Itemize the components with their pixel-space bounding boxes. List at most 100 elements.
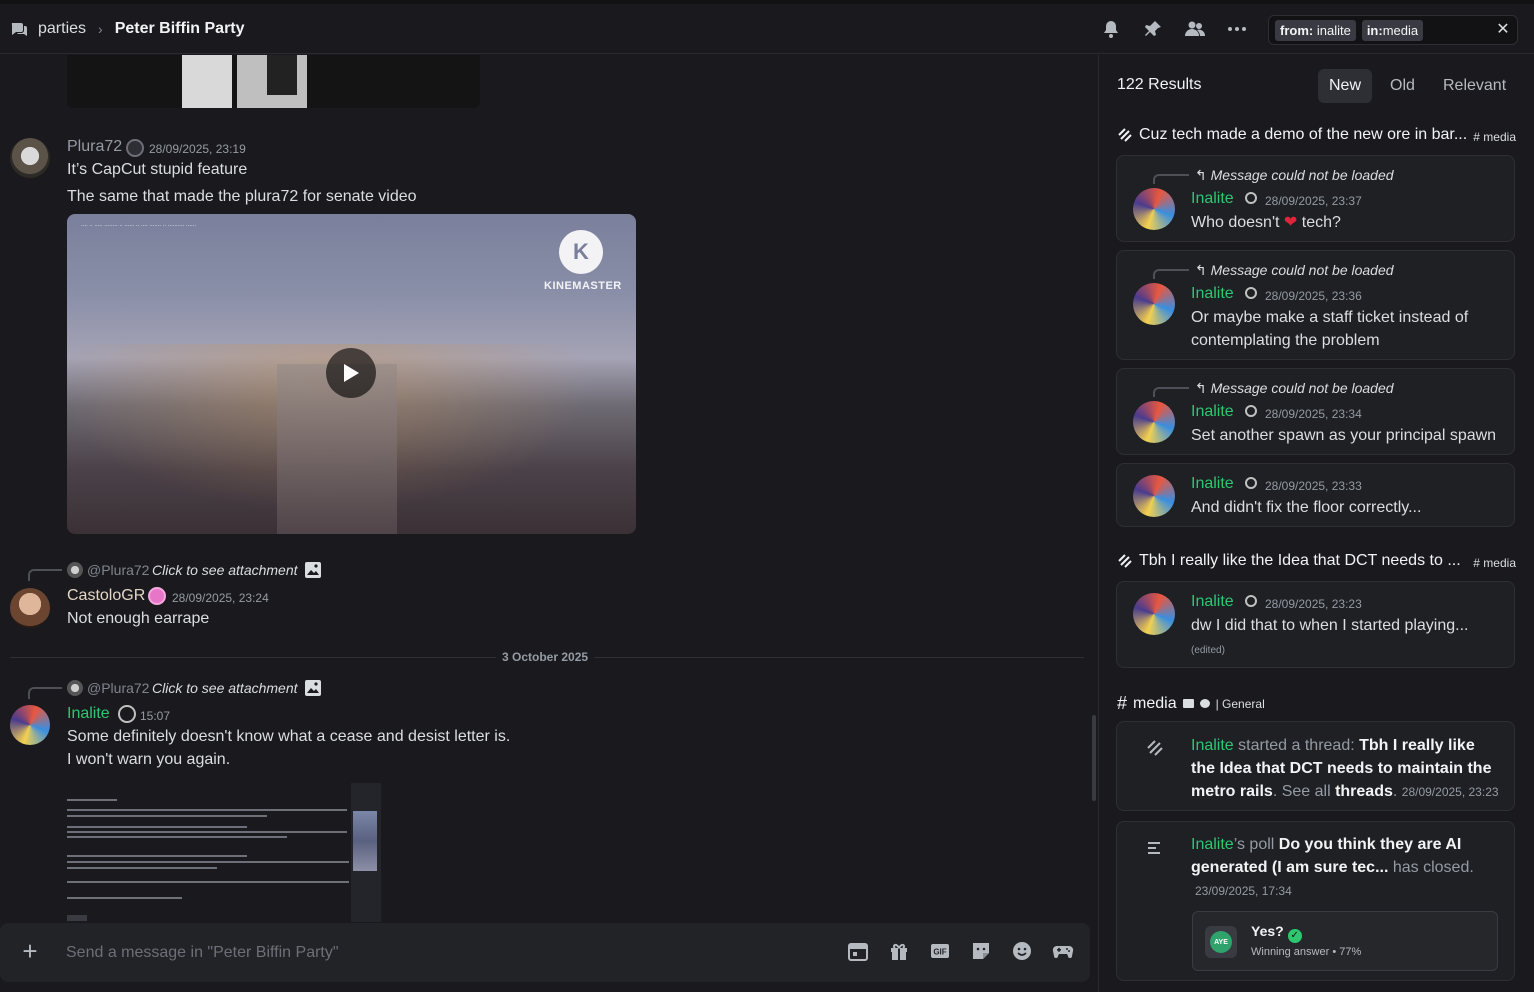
reply-spine: [28, 687, 62, 699]
result-group-header[interactable]: # media | General: [1117, 693, 1265, 714]
channel-tag[interactable]: # media: [1473, 556, 1516, 570]
result-timestamp: 28/09/2025, 23:23: [1265, 597, 1362, 611]
result-timestamp: 23/09/2025, 17:34: [1195, 884, 1292, 898]
thread-icon: [1145, 738, 1165, 758]
results-count: 122 Results: [1117, 76, 1202, 93]
header-toolbar: [1100, 4, 1248, 54]
reply-preview[interactable]: Click to see attachment: [152, 562, 298, 578]
avatar[interactable]: [10, 138, 50, 178]
result-author[interactable]: Inalite: [1191, 190, 1234, 208]
search-result-card[interactable]: Inalite’s poll Do you think they are AI …: [1116, 821, 1515, 981]
result-text: Set another spawn as your principal spaw…: [1191, 427, 1497, 444]
chat-scrollbar[interactable]: [1092, 715, 1096, 801]
search-result-card[interactable]: Inalite 28/09/2025, 23:33 And didn't fix…: [1116, 463, 1515, 527]
channel-header: parties › Peter Biffin Party from: inali…: [0, 4, 1534, 54]
result-text: Who doesn't ❤ tech?: [1191, 214, 1341, 231]
avatar[interactable]: [10, 705, 50, 745]
result-group-header[interactable]: Cuz tech made a demo of the new ore in b…: [1117, 126, 1467, 144]
reply-avatar: [67, 562, 83, 578]
sort-tab-old[interactable]: Old: [1379, 69, 1426, 103]
close-icon[interactable]: ✕: [1495, 22, 1511, 38]
role-badge-icon: [148, 587, 166, 605]
chat-bubble-icon: [1199, 699, 1210, 708]
message-text: Some definitely doesn't know what a ceas…: [67, 728, 511, 745]
channel-hash: #: [1117, 693, 1128, 713]
channel-tag[interactable]: # media: [1473, 130, 1516, 144]
message-author[interactable]: CastoloGR: [67, 587, 145, 605]
play-icon[interactable]: [326, 348, 376, 398]
avatar[interactable]: [1133, 188, 1175, 230]
image-icon: [304, 679, 322, 696]
edited-label: (edited): [1191, 645, 1225, 656]
reply-username[interactable]: @Plura72: [87, 562, 149, 578]
gif-icon[interactable]: GIF: [928, 939, 952, 963]
emoji-icon[interactable]: [1010, 939, 1034, 963]
result-author[interactable]: Inalite: [1191, 285, 1234, 303]
search-result-card[interactable]: Inalite started a thread: Tbh I really l…: [1116, 721, 1515, 811]
message-composer: + GIF: [0, 923, 1090, 982]
channel-name: media: [1133, 694, 1177, 712]
breadcrumb-server[interactable]: parties: [38, 20, 86, 38]
message-text: I won't warn you again.: [67, 751, 231, 768]
add-attachment-icon[interactable]: +: [18, 938, 42, 964]
result-timestamp: 28/09/2025, 23:33: [1265, 479, 1362, 493]
poll-result[interactable]: AYE Yes? ✓ Winning answer • 77%: [1192, 911, 1498, 971]
message-timestamp: 28/09/2025, 23:24: [172, 591, 269, 605]
calendar-icon[interactable]: [846, 939, 870, 963]
thread-icon: [1118, 554, 1132, 568]
composer-toolbar: GIF: [846, 939, 1075, 963]
search-result-card[interactable]: Inalite 28/09/2025, 23:23 dw I did that …: [1116, 581, 1515, 668]
sticker-icon[interactable]: [969, 939, 993, 963]
sort-tab-relevant[interactable]: Relevant: [1432, 69, 1517, 103]
reply-avatar: [67, 680, 83, 696]
result-author[interactable]: Inalite: [1191, 403, 1234, 421]
search-result-card[interactable]: ↰ Message could not be loaded Inalite 28…: [1116, 155, 1515, 242]
role-badge-icon: [1243, 594, 1259, 610]
avatar[interactable]: [10, 588, 50, 628]
poll-answer-avatar: AYE: [1205, 926, 1237, 958]
members-icon[interactable]: [1184, 18, 1206, 40]
sort-tab-new[interactable]: New: [1318, 69, 1373, 103]
role-badge-icon: [126, 139, 144, 157]
heart-emoji-icon: ❤: [1283, 214, 1298, 231]
result-text: Inalite started a thread: Tbh I really l…: [1191, 737, 1499, 800]
document-attachment[interactable]: [67, 777, 637, 922]
search-result-card[interactable]: ↰ Message could not be loaded Inalite 28…: [1116, 250, 1515, 360]
result-author[interactable]: Inalite: [1191, 475, 1234, 493]
kinemaster-logo-icon: K: [559, 230, 603, 274]
image-attachment[interactable]: [67, 55, 480, 108]
result-timestamp: 28/09/2025, 23:37: [1265, 194, 1362, 208]
page-title: Peter Biffin Party: [114, 19, 245, 37]
result-group-header[interactable]: Tbh I really like the Idea that DCT need…: [1117, 552, 1461, 570]
result-author[interactable]: Inalite: [1191, 593, 1234, 611]
search-results-panel: 122 Results New Old Relevant Cuz tech ma…: [1098, 55, 1534, 992]
avatar[interactable]: [1133, 401, 1175, 443]
video-attachment[interactable]: .... .. ..... ........ .. ...... .. ....…: [67, 214, 636, 534]
more-icon[interactable]: [1226, 18, 1248, 40]
avatar[interactable]: [1133, 283, 1175, 325]
avatar[interactable]: [1133, 593, 1175, 635]
avatar[interactable]: [1133, 475, 1175, 517]
gift-icon[interactable]: [887, 939, 911, 963]
role-badge-icon: [1243, 191, 1259, 207]
message-input[interactable]: [66, 942, 826, 964]
poll-icon: [1145, 838, 1165, 858]
chat-area: Plura72 28/09/2025, 23:19 It’s CapCut st…: [0, 55, 1098, 992]
message-text: Not enough earrape: [67, 610, 210, 627]
video-caption: .... .. ..... ........ .. ...... .. ....…: [81, 222, 197, 228]
search-result-card[interactable]: ↰ Message could not be loaded Inalite 28…: [1116, 368, 1515, 455]
search-input[interactable]: from: inalite in:media ✕: [1268, 15, 1518, 45]
search-chip-from[interactable]: from: inalite: [1275, 19, 1356, 41]
poll-winning-label: Winning answer • 77%: [1251, 946, 1362, 958]
role-badge-icon: [1243, 476, 1259, 492]
reply-username[interactable]: @Plura72: [87, 680, 149, 696]
thread-title: Cuz tech made a demo of the new ore in b…: [1139, 126, 1468, 143]
pin-icon[interactable]: [1142, 18, 1164, 40]
discord-app: parties › Peter Biffin Party from: inali…: [0, 0, 1534, 992]
search-chip-in[interactable]: in:media: [1361, 19, 1424, 41]
message-author[interactable]: Inalite: [67, 705, 110, 723]
message-author[interactable]: Plura72: [67, 138, 122, 156]
controller-icon[interactable]: [1051, 939, 1075, 963]
reply-preview[interactable]: Click to see attachment: [152, 680, 298, 696]
bell-icon[interactable]: [1100, 18, 1122, 40]
